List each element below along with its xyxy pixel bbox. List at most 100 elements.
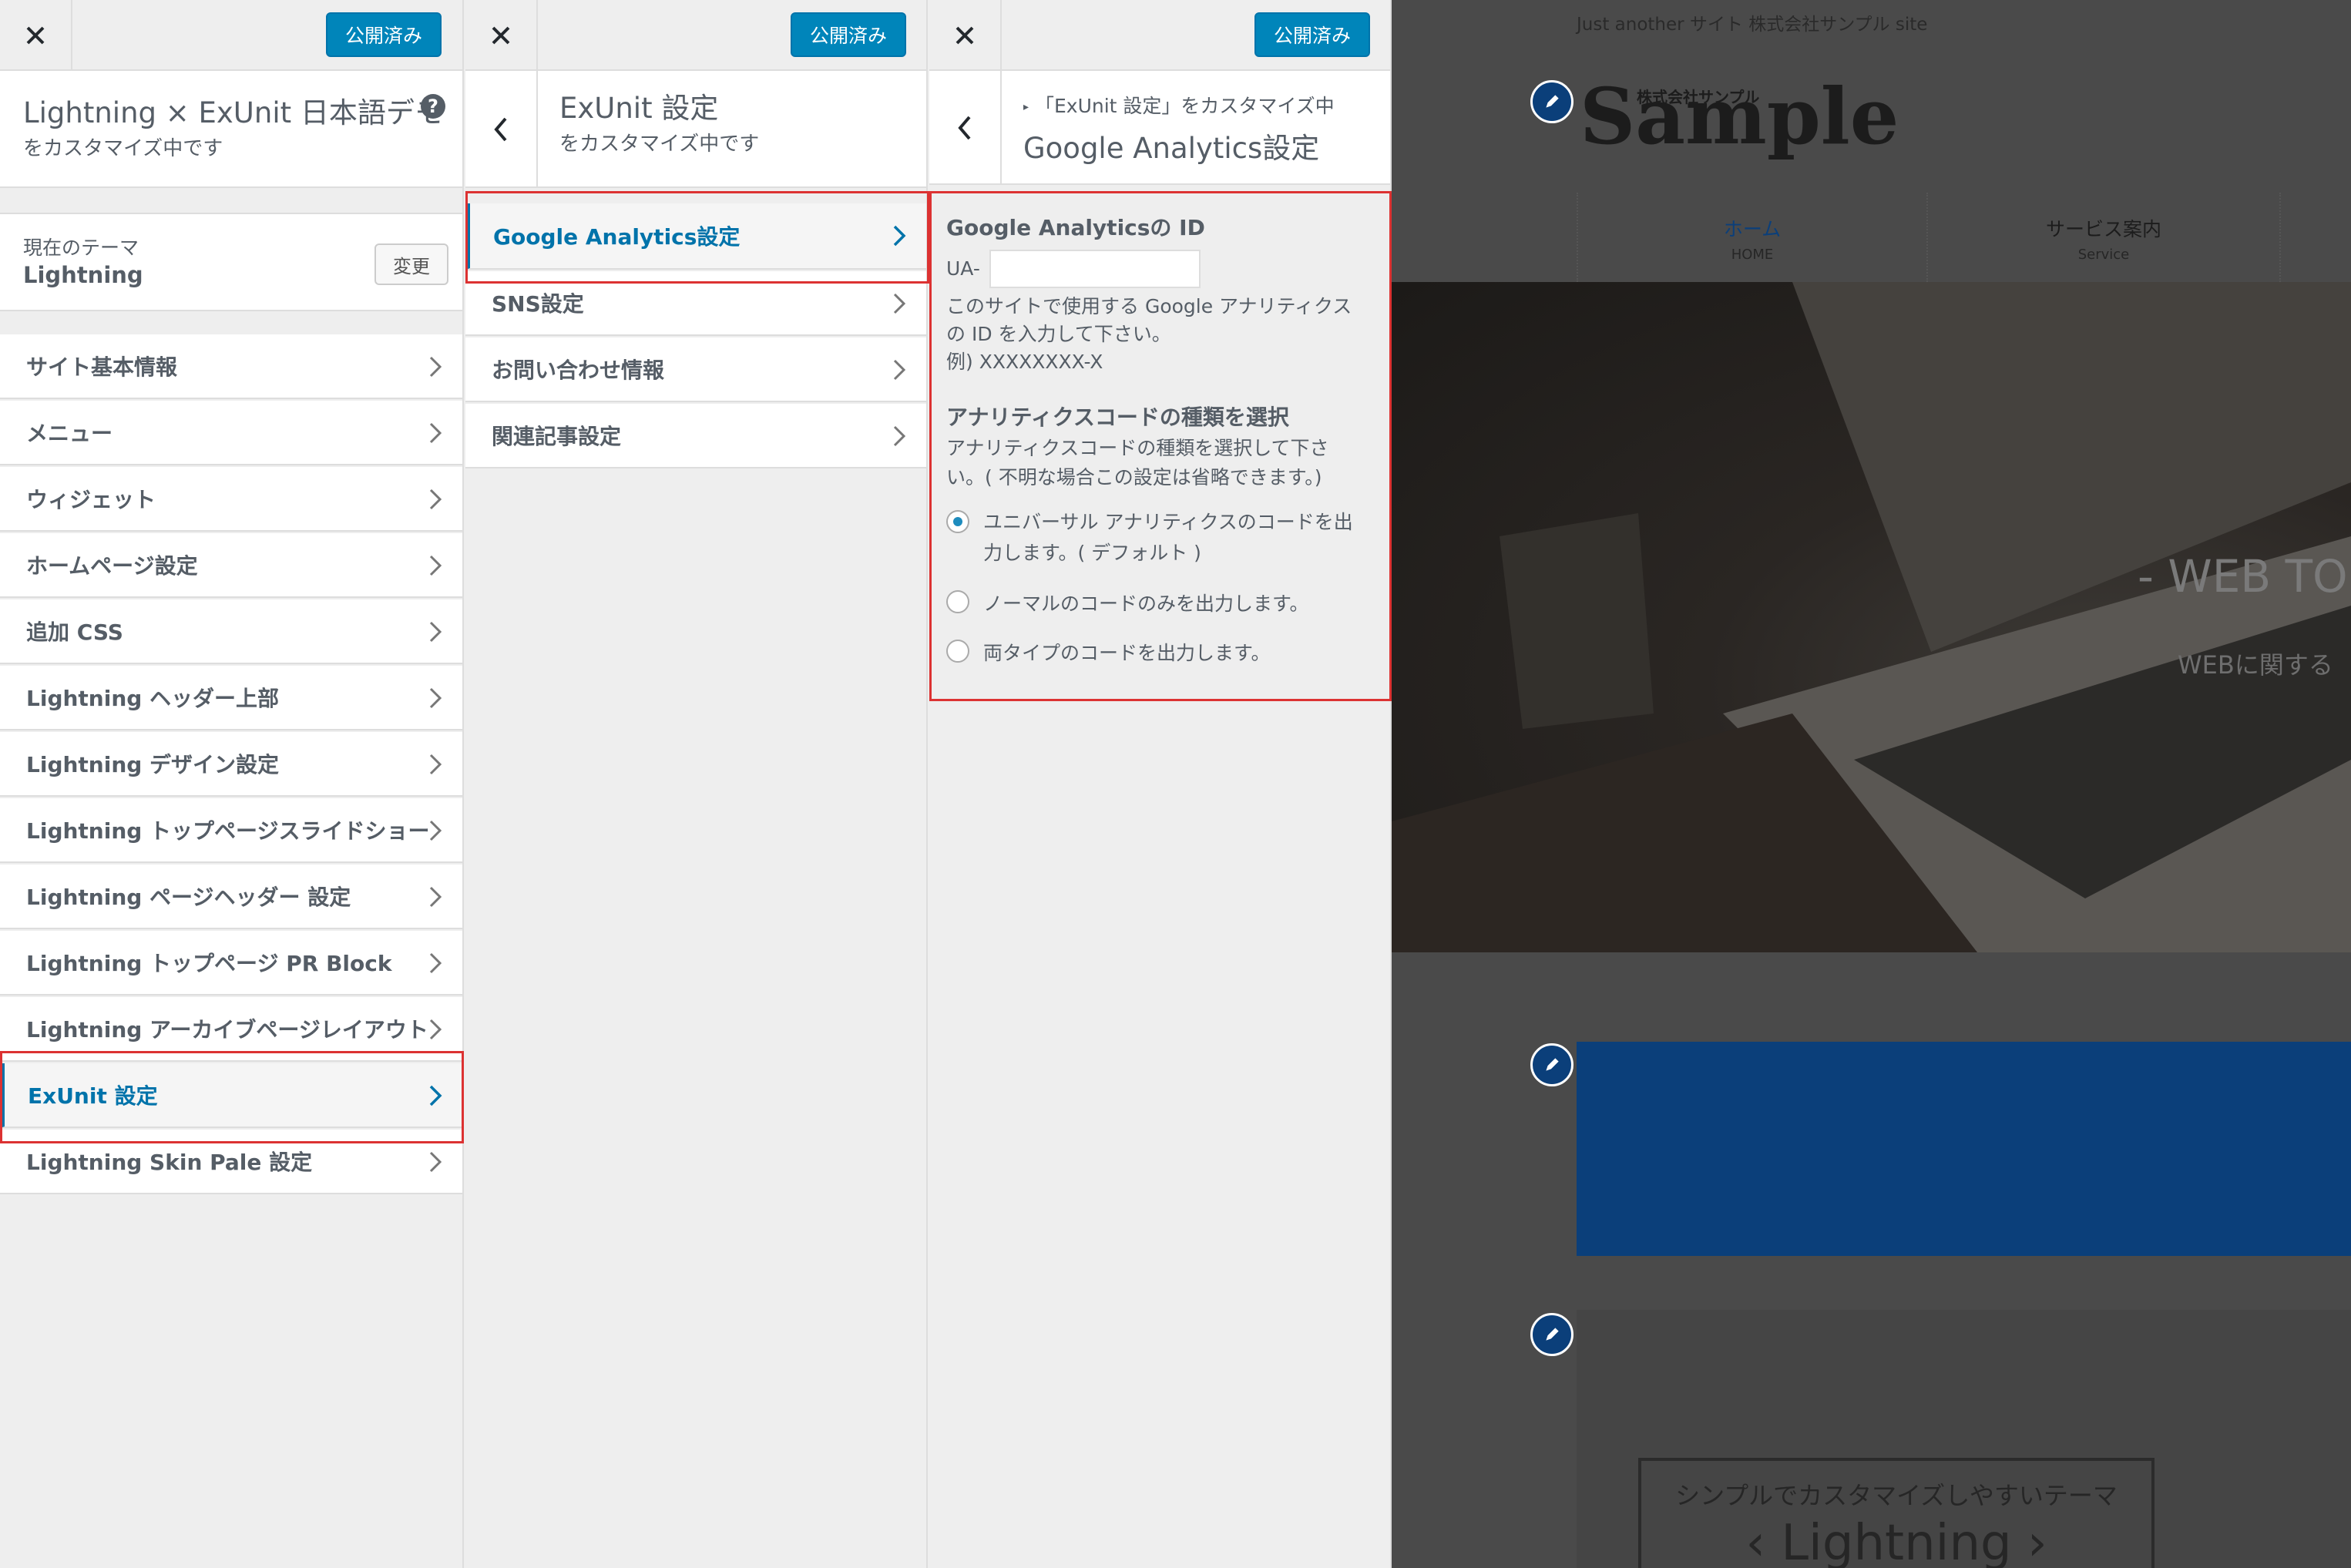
section-design-settings[interactable]: Lightning デザイン設定 xyxy=(0,732,462,797)
customizer-panel-exunit: 公開済み ExUnit 設定 をカスタマイズ中です Google Analyti… xyxy=(465,0,929,1568)
close-icon xyxy=(26,26,45,45)
current-theme-name: Lightning xyxy=(23,262,143,288)
chevron-right-icon xyxy=(429,952,442,974)
chevron-right-icon xyxy=(429,422,442,444)
site-title: Lightning × ExUnit 日本語デモ xyxy=(23,96,443,129)
section-header-top[interactable]: Lightning ヘッダー上部 xyxy=(0,666,462,730)
help-icon[interactable]: ? xyxy=(421,94,445,119)
publish-button[interactable]: 公開済み xyxy=(791,12,906,57)
hero-slide: - WEB TO WEBに関する xyxy=(1392,282,2351,952)
breadcrumb: ▸ 「ExUnit 設定」をカスタマイズ中 xyxy=(1023,91,1335,119)
panel-info: Lightning × ExUnit 日本語デモ ? をカスタマイズ中です xyxy=(0,71,462,188)
triangle-right-icon: ▸ xyxy=(1023,101,1029,113)
section-widgets[interactable]: ウィジェット xyxy=(0,467,462,532)
code-type-label: アナリティクスコードの種類を選択 xyxy=(946,405,1289,430)
chevron-right-icon xyxy=(429,886,442,908)
ua-prefix: UA- xyxy=(946,257,980,280)
radio-button[interactable] xyxy=(946,640,969,663)
site-preview: Just another サイト 株式会社サンプル site 株式会社サンプル … xyxy=(1392,0,2351,1568)
publish-button[interactable]: 公開済み xyxy=(1254,12,1370,57)
radio-dot xyxy=(953,517,962,526)
analytics-id-input[interactable] xyxy=(989,250,1201,288)
section-contact-info[interactable]: お問い合わせ情報 xyxy=(465,337,926,402)
intro-text: シンプルでカスタマイズしやすいテーマ xyxy=(1675,1481,2118,1510)
section-page-header[interactable]: Lightning ページヘッダー 設定 xyxy=(0,865,462,929)
close-icon xyxy=(956,26,974,45)
site-subtitle: をカスタマイズ中です xyxy=(23,137,223,160)
close-customizer-button[interactable] xyxy=(465,0,538,71)
section-homepage-settings[interactable]: ホームページ設定 xyxy=(0,533,462,598)
radio-normal[interactable]: ノーマルのコードのみを出力します。 xyxy=(946,589,1378,619)
pencil-icon xyxy=(1546,1058,1559,1071)
back-button[interactable] xyxy=(929,71,1002,185)
breadcrumb-text: 「ExUnit 設定」をカスタマイズ中 xyxy=(1034,95,1335,117)
close-icon xyxy=(492,26,510,45)
close-customizer-button[interactable] xyxy=(929,0,1002,71)
section-related-posts[interactable]: 関連記事設定 xyxy=(465,404,926,468)
chevron-right-icon xyxy=(429,820,442,841)
publish-button[interactable]: 公開済み xyxy=(326,12,442,57)
chevron-right-icon xyxy=(893,425,906,447)
laptop-image xyxy=(1392,282,2351,952)
section-skin-pale[interactable]: Lightning Skin Pale 設定 xyxy=(0,1130,462,1194)
global-nav: ホーム HOME サービス案内 Service xyxy=(1577,193,2351,282)
section-slideshow[interactable]: Lightning トップページスライドショー xyxy=(0,798,462,863)
site-tagline: Just another サイト 株式会社サンプル site xyxy=(1577,15,1928,35)
chevron-right-icon xyxy=(429,1019,442,1040)
customizer-panel-google-analytics: 公開済み ▸ 「ExUnit 設定」をカスタマイズ中 Google Analyt… xyxy=(929,0,1392,1568)
analytics-id-description-1: このサイトで使用する Google アナリティクス xyxy=(946,295,1352,317)
intro-box: シンプルでカスタマイズしやすいテーマ ‹ Lightning › xyxy=(1638,1458,2155,1568)
analytics-id-description-2: の ID を入力して下さい。 xyxy=(946,323,1171,345)
pencil-icon xyxy=(1546,1328,1559,1341)
panel-subtitle: をカスタマイズ中です xyxy=(559,133,760,156)
change-theme-button[interactable]: 変更 xyxy=(374,243,448,285)
blue-pr-block xyxy=(1577,1042,2351,1256)
radio-label: 両タイプのコードを出力します。 xyxy=(983,642,1271,664)
chevron-right-icon xyxy=(429,621,442,643)
nav-label: サービス案内 xyxy=(2045,218,2161,240)
section-pr-block[interactable]: Lightning トップページ PR Block xyxy=(0,931,462,996)
current-theme-box: 現在のテーマ Lightning 変更 xyxy=(0,213,462,311)
intro-brand: ‹ Lightning › xyxy=(1745,1515,2047,1568)
close-customizer-button[interactable] xyxy=(0,0,72,71)
current-theme-label: 現在のテーマ xyxy=(23,237,139,259)
section-additional-css[interactable]: 追加 CSS xyxy=(0,599,462,664)
section-sns[interactable]: SNS設定 xyxy=(465,271,926,336)
chevron-right-icon xyxy=(893,293,906,314)
analytics-id-label: Google Analyticsの ID xyxy=(946,215,1205,240)
panel-header-bar: 公開済み xyxy=(929,0,1390,71)
radio-both[interactable]: 両タイプのコードを出力します。 xyxy=(946,638,1378,669)
radio-label-line1: ユニバーサル アナリティクスのコードを出 xyxy=(983,511,1353,533)
pencil-icon xyxy=(1546,95,1559,108)
edit-shortcut-icon[interactable] xyxy=(1530,1313,1573,1356)
content-area: シンプルでカスタマイズしやすいテーマ ‹ Lightning › xyxy=(1577,1310,2351,1568)
section-site-identity[interactable]: サイト基本情報 xyxy=(0,334,462,399)
hero-subtitle: WEBに関する xyxy=(2178,650,2333,680)
code-type-description-1: アナリティクスコードの種類を選択して下さ xyxy=(946,437,1329,459)
nav-item-home[interactable]: ホーム HOME xyxy=(1577,193,1928,282)
section-archive-layout[interactable]: Lightning アーカイブページレイアウト xyxy=(0,997,462,1062)
radio-universal[interactable]: ユニバーサル アナリティクスのコードを出 力します。( デフォルト ) xyxy=(946,507,1378,569)
section-google-analytics[interactable]: Google Analytics設定 xyxy=(465,203,926,270)
edit-shortcut-icon[interactable] xyxy=(1530,1043,1573,1086)
panel-title: Google Analytics設定 xyxy=(1023,132,1320,165)
nav-sub-label: HOME xyxy=(1731,247,1774,263)
chevron-right-icon xyxy=(429,1085,442,1106)
section-menus[interactable]: メニュー xyxy=(0,401,462,465)
section-exunit-settings[interactable]: ExUnit 設定 xyxy=(0,1063,462,1128)
panel-info: ▸ 「ExUnit 設定」をカスタマイズ中 Google Analytics設定 xyxy=(929,71,1390,185)
customizer-panel-root: 公開済み Lightning × ExUnit 日本語デモ ? をカスタマイズ中… xyxy=(0,0,464,1568)
radio-button[interactable] xyxy=(946,510,969,533)
chevron-right-icon xyxy=(429,1151,442,1173)
chevron-right-icon xyxy=(429,687,442,709)
chevron-right-icon xyxy=(429,489,442,510)
chevron-right-icon xyxy=(429,754,442,775)
site-logo[interactable]: Sample xyxy=(1580,71,1899,162)
panel-title: ExUnit 設定 xyxy=(559,92,719,125)
chevron-left-icon xyxy=(958,116,971,140)
code-type-description-2: い。( 不明な場合この設定は省略できます。) xyxy=(946,466,1322,489)
back-button[interactable] xyxy=(465,71,538,188)
nav-item-service[interactable]: サービス案内 Service xyxy=(1928,193,2281,282)
edit-shortcut-icon[interactable] xyxy=(1530,80,1573,123)
radio-button[interactable] xyxy=(946,590,969,613)
